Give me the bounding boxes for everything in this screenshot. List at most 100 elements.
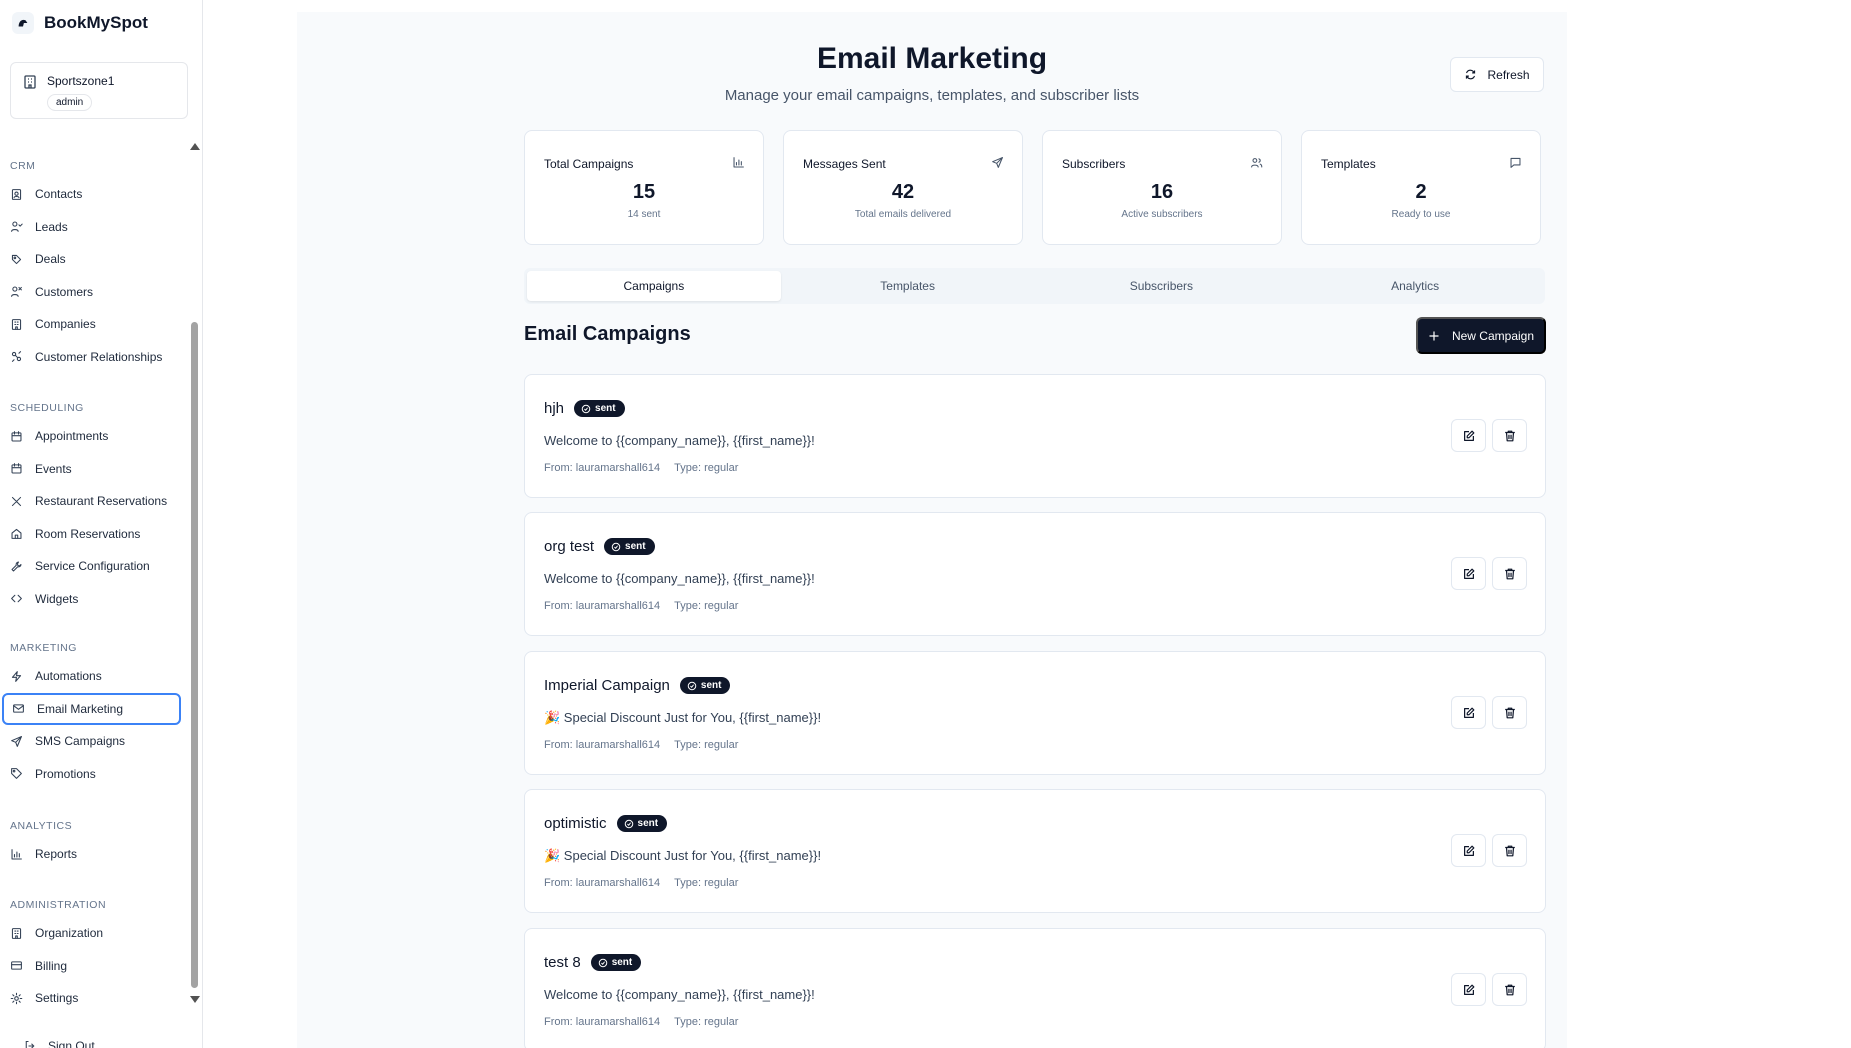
check-circle-icon — [624, 819, 633, 828]
delete-campaign-button[interactable] — [1492, 557, 1527, 590]
sidebar-item-service-configuration[interactable]: Service Configuration — [0, 550, 190, 583]
sidebar-item-events[interactable]: Events — [0, 453, 190, 486]
send-icon — [11, 735, 22, 747]
status-badge: sent — [574, 400, 625, 417]
delete-campaign-button[interactable] — [1492, 696, 1527, 729]
campaign-subject: Welcome to {{company_name}}, {{first_nam… — [544, 571, 815, 586]
sidebar-item-appointments[interactable]: Appointments — [0, 420, 190, 453]
scroll-up-arrow[interactable] — [190, 143, 200, 150]
calendar-icon — [11, 463, 22, 474]
campaign-card[interactable]: test 8 sent Welcome to {{company_name}}, {… — [524, 928, 1546, 1048]
sidebar-item-label: Companies — [35, 317, 96, 332]
tab-subscribers[interactable]: Subscribers — [1035, 271, 1289, 301]
customers-icon — [11, 286, 22, 298]
sidebar-item-deals[interactable]: Deals — [0, 243, 190, 276]
campaign-title-row: Imperial Campaign sent — [544, 677, 731, 694]
sidebar-item-widgets[interactable]: Widgets — [0, 583, 190, 616]
campaign-card[interactable]: org test sent Welcome to {{company_name}},… — [524, 512, 1546, 636]
campaign-card[interactable]: Imperial Campaign sent 🎉 Special Discount … — [524, 651, 1546, 775]
campaign-from: From: lauramarshall614 — [544, 1016, 661, 1028]
campaign-card[interactable]: optimistic sent 🎉 Special Discount Just fo… — [524, 789, 1546, 913]
campaign-name: hjh — [544, 400, 565, 417]
contacts-icon — [11, 188, 22, 200]
scrollbar-thumb[interactable] — [191, 322, 198, 988]
check-circle-icon — [687, 681, 697, 690]
campaign-title-row: hjh sent — [544, 400, 625, 417]
sidebar-item-contacts[interactable]: Contacts — [0, 178, 190, 211]
check-circle-icon — [611, 542, 621, 551]
sidebar-item-settings[interactable]: Settings — [0, 982, 190, 1015]
status-badge: sent — [604, 538, 655, 555]
bar-chart-icon — [733, 157, 744, 168]
stat-label: Templates — [1321, 157, 1376, 171]
sidebar-item-label: Deals — [35, 252, 66, 267]
scroll-down-arrow[interactable] — [190, 996, 200, 1003]
delete-campaign-button[interactable] — [1492, 973, 1527, 1006]
delete-campaign-button[interactable] — [1492, 419, 1527, 452]
new-campaign-button[interactable]: New Campaign — [1416, 317, 1546, 354]
sidebar-item-sms-campaigns[interactable]: SMS Campaigns — [0, 725, 190, 758]
delete-campaign-button[interactable] — [1492, 834, 1527, 867]
sidebar-item-promotions[interactable]: Promotions — [0, 758, 190, 791]
campaign-subject: 🎉 Special Discount Just for You, {{first… — [544, 848, 822, 863]
edit-icon — [1463, 845, 1474, 856]
trash-icon — [1504, 707, 1515, 718]
org-switcher[interactable]: Sportszone1 admin — [10, 62, 188, 119]
sidebar-item-label: Automations — [35, 669, 102, 684]
status-badge: sent — [616, 815, 668, 832]
tab-analytics[interactable]: Analytics — [1288, 271, 1542, 301]
refresh-icon — [1466, 69, 1476, 80]
new-campaign-label: New Campaign — [1451, 328, 1535, 343]
campaign-title-row: test 8 sent — [544, 954, 642, 971]
campaign-actions — [1451, 419, 1527, 452]
trash-icon — [1504, 984, 1515, 995]
sidebar-item-restaurant-reservations[interactable]: Restaurant Reservations — [0, 485, 190, 518]
sidebar-item-label: Leads — [35, 219, 68, 234]
stat-value: 15 — [632, 181, 656, 203]
edit-campaign-button[interactable] — [1451, 973, 1486, 1006]
campaign-type: Type: regular — [674, 1016, 739, 1028]
edit-campaign-button[interactable] — [1451, 419, 1486, 452]
nav-section-analytics: ANALYTICS Reports — [0, 820, 190, 871]
utensils-icon — [11, 496, 22, 506]
home-icon — [11, 529, 22, 540]
edit-campaign-button[interactable] — [1451, 696, 1486, 729]
app-name: BookMySpot — [44, 13, 148, 32]
nav-section-administration: ADMINISTRATION Organization Billing Setting… — [0, 899, 190, 1015]
sidebar-item-companies[interactable]: Companies — [0, 308, 190, 341]
mail-icon — [13, 704, 24, 713]
check-circle-icon — [581, 404, 591, 413]
section-title: Email Campaigns — [524, 323, 691, 345]
campaign-card[interactable]: hjh sent Welcome to {{company_name}}, {{fi… — [524, 374, 1546, 498]
brand[interactable]: BookMySpot — [12, 12, 148, 34]
sign-out-button[interactable]: Sign Out — [24, 1039, 95, 1048]
sidebar-item-leads[interactable]: Leads — [0, 211, 190, 244]
sidebar-item-customers[interactable]: Customers — [0, 276, 190, 309]
nav-section-scheduling: SCHEDULING Appointments Events Restaurant R… — [0, 402, 190, 615]
sidebar-item-label: Organization — [35, 926, 104, 941]
refresh-button[interactable]: Refresh — [1450, 57, 1544, 92]
edit-campaign-button[interactable] — [1451, 557, 1486, 590]
nav-heading: CRM — [10, 160, 36, 172]
building-icon — [24, 75, 36, 89]
sidebar-item-label: Room Reservations — [35, 526, 141, 541]
stat-label: Subscribers — [1062, 157, 1126, 171]
tab-templates[interactable]: Templates — [781, 271, 1035, 301]
edit-campaign-button[interactable] — [1451, 834, 1486, 867]
tab-campaigns[interactable]: Campaigns — [527, 271, 781, 301]
sidebar-item-room-reservations[interactable]: Room Reservations — [0, 518, 190, 551]
stat-card-subscribers: Subscribers 16 Active subscribers — [1042, 130, 1282, 245]
status-label: sent — [595, 403, 616, 414]
sidebar-item-automations[interactable]: Automations — [0, 660, 190, 693]
sidebar: BookMySpot Sportszone1 admin CRM Contacts… — [0, 0, 203, 1048]
sidebar-item-customer-relationships[interactable]: Customer Relationships — [0, 341, 190, 374]
deals-icon — [11, 254, 22, 264]
sidebar-item-email-marketing[interactable]: Email Marketing — [2, 692, 181, 725]
sidebar-item-billing[interactable]: Billing — [0, 950, 190, 983]
campaign-type: Type: regular — [674, 877, 739, 889]
sidebar-item-reports[interactable]: Reports — [0, 838, 190, 871]
campaign-subject: 🎉 Special Discount Just for You, {{first… — [544, 710, 822, 725]
status-label: sent — [637, 818, 659, 829]
sidebar-item-organization[interactable]: Organization — [0, 917, 190, 950]
campaign-title-row: optimistic sent — [544, 815, 668, 832]
